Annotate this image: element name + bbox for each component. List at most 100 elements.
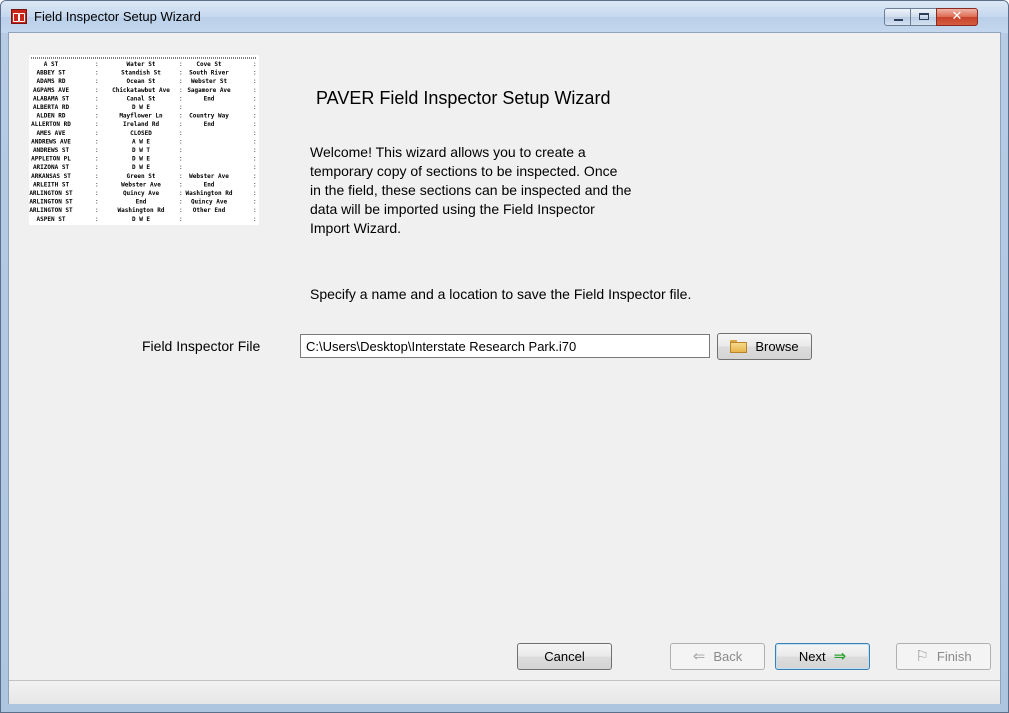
thumbnail-cell: AMES AVE — [37, 130, 66, 137]
cancel-button[interactable]: Cancel — [517, 643, 612, 670]
thumbnail-cell: D W E — [132, 156, 150, 163]
thumbnail-cell: ALABAMA ST — [33, 95, 70, 102]
thumbnail-separator: : — [253, 104, 257, 111]
thumbnail-separator: : — [179, 104, 183, 111]
thumbnail-separator: : — [179, 164, 183, 171]
thumbnail-separator: : — [253, 207, 257, 214]
thumbnail-cell: ARIZONA ST — [33, 164, 70, 171]
thumbnail-cell: Washington Rd — [118, 207, 165, 214]
thumbnail-cell: Standish St — [121, 70, 161, 77]
thumbnail-separator: : — [179, 181, 183, 188]
thumbnail-separator: : — [95, 216, 99, 223]
maximize-button[interactable] — [910, 8, 937, 26]
thumbnail-cell: A W E — [132, 138, 150, 145]
thumbnail-cell: Quincy Ave — [123, 190, 160, 197]
thumbnail-cell: ADAMS RD — [37, 78, 66, 85]
thumbnail-cell: End — [204, 181, 215, 188]
thumbnail-separator: : — [253, 138, 257, 145]
thumbnail-cell: Quincy Ave — [191, 199, 228, 206]
thumbnail-separator: : — [95, 173, 99, 180]
window-title: Field Inspector Setup Wizard — [34, 9, 201, 24]
thumbnail-separator: : — [253, 95, 257, 102]
thumbnail-separator: : — [253, 216, 257, 223]
arrow-right-icon: ⇒ — [833, 647, 847, 665]
back-button[interactable]: ⇐ Back — [670, 643, 765, 670]
thumbnail-separator: : — [95, 199, 99, 206]
finish-button[interactable]: ⚐ Finish — [896, 643, 991, 670]
thumbnail-separator: : — [95, 164, 99, 171]
thumbnail-cell: South River — [189, 70, 229, 77]
browse-label: Browse — [755, 339, 799, 354]
app-icon[interactable] — [11, 9, 27, 24]
thumbnail-separator: : — [179, 156, 183, 163]
thumbnail-separator: : — [179, 138, 183, 145]
thumbnail-cell: ALBERTA RD — [33, 104, 70, 111]
thumbnail-cell: Washington Rd — [186, 190, 233, 197]
thumbnail-separator: : — [253, 173, 257, 180]
thumbnail-separator: : — [95, 181, 99, 188]
close-button[interactable]: ✕ — [936, 8, 978, 26]
field-inspector-file-input[interactable] — [300, 334, 710, 358]
thumbnail-separator: : — [179, 113, 183, 120]
thumbnail-cell: D W E — [132, 216, 150, 223]
thumbnail-separator: : — [179, 87, 183, 94]
thumbnail-cell: Water St — [127, 61, 156, 68]
thumbnail-separator: : — [253, 87, 257, 94]
thumbnail-separator: : — [179, 95, 183, 102]
flag-icon: ⚐ — [915, 647, 929, 665]
thumbnail-separator: : — [179, 173, 183, 180]
thumbnail-separator: : — [95, 70, 99, 77]
maximize-icon — [919, 13, 929, 20]
thumbnail-separator: : — [253, 70, 257, 77]
thumbnail-cell: ARLEITH ST — [33, 181, 70, 188]
minimize-button[interactable] — [884, 8, 911, 26]
thumbnail-cell: ANDREWS ST — [33, 147, 70, 154]
status-bar — [9, 680, 1000, 704]
next-label: Next — [798, 649, 826, 664]
thumbnail-cell: ABBEY ST — [37, 70, 66, 77]
thumbnail-separator: : — [95, 87, 99, 94]
thumbnail-separator: : — [179, 147, 183, 154]
thumbnail-separator: : — [253, 156, 257, 163]
instruction-text: Specify a name and a location to save th… — [310, 286, 692, 302]
thumbnail-separator: : — [95, 104, 99, 111]
thumbnail-graphic: A ST Water St Cove St:::ABBEY ST Standish S… — [29, 57, 257, 223]
thumbnail-cell: Chickatawbut Ave — [112, 87, 170, 94]
thumbnail-cell: ANDREWS AVE — [31, 138, 71, 145]
thumbnail-separator: : — [179, 207, 183, 214]
browse-button[interactable]: Browse — [717, 333, 812, 360]
thumbnail-separator: : — [253, 61, 257, 68]
thumbnail-cell: ARLINGTON ST — [29, 207, 73, 214]
thumbnail-separator: : — [95, 130, 99, 137]
thumbnail-separator: : — [253, 147, 257, 154]
thumbnail-separator: : — [179, 121, 183, 128]
wizard-client-area: A ST Water St Cove St::: ABBEY ST Standish S… — [8, 32, 1001, 704]
thumbnail-cell: ARLINGTON ST — [29, 190, 73, 197]
thumbnail-cell: Green St — [127, 173, 156, 180]
thumbnail-cell: Ireland Rd — [123, 121, 160, 128]
cancel-label: Cancel — [544, 649, 585, 664]
thumbnail-cell: ALDEN RD — [37, 113, 66, 120]
thumbnail-cell: ALLERTON RD — [31, 121, 71, 128]
thumbnail-separator: : — [179, 199, 183, 206]
thumbnail-cell: End — [204, 95, 215, 102]
thumbnail-cell: Other End — [193, 207, 226, 214]
thumbnail-cell: CLOSED — [130, 130, 152, 137]
next-button[interactable]: Next ⇒ — [775, 643, 870, 670]
folder-icon — [730, 339, 748, 354]
thumbnail-separator: : — [253, 121, 257, 128]
thumbnail-separator: : — [95, 207, 99, 214]
wizard-window: Field Inspector Setup Wizard ✕ A ST Water… — [0, 0, 1009, 713]
thumbnail-separator: : — [95, 156, 99, 163]
thumbnail-cell: Mayflower Ln — [119, 113, 163, 120]
thumbnail-separator: : — [179, 216, 183, 223]
thumbnail-separator: : — [253, 199, 257, 206]
thumbnail-cell: ARLINGTON ST — [29, 199, 73, 206]
thumbnail-cell: Ocean St — [127, 78, 156, 85]
finish-label: Finish — [936, 649, 972, 664]
thumbnail-separator: : — [95, 121, 99, 128]
title-bar[interactable]: Field Inspector Setup Wizard ✕ — [1, 1, 1008, 33]
thumbnail-cell: Canal St — [127, 95, 156, 102]
wizard-heading: PAVER Field Inspector Setup Wizard — [316, 88, 611, 108]
thumbnail-cell: Sagamore Ave — [187, 87, 231, 94]
